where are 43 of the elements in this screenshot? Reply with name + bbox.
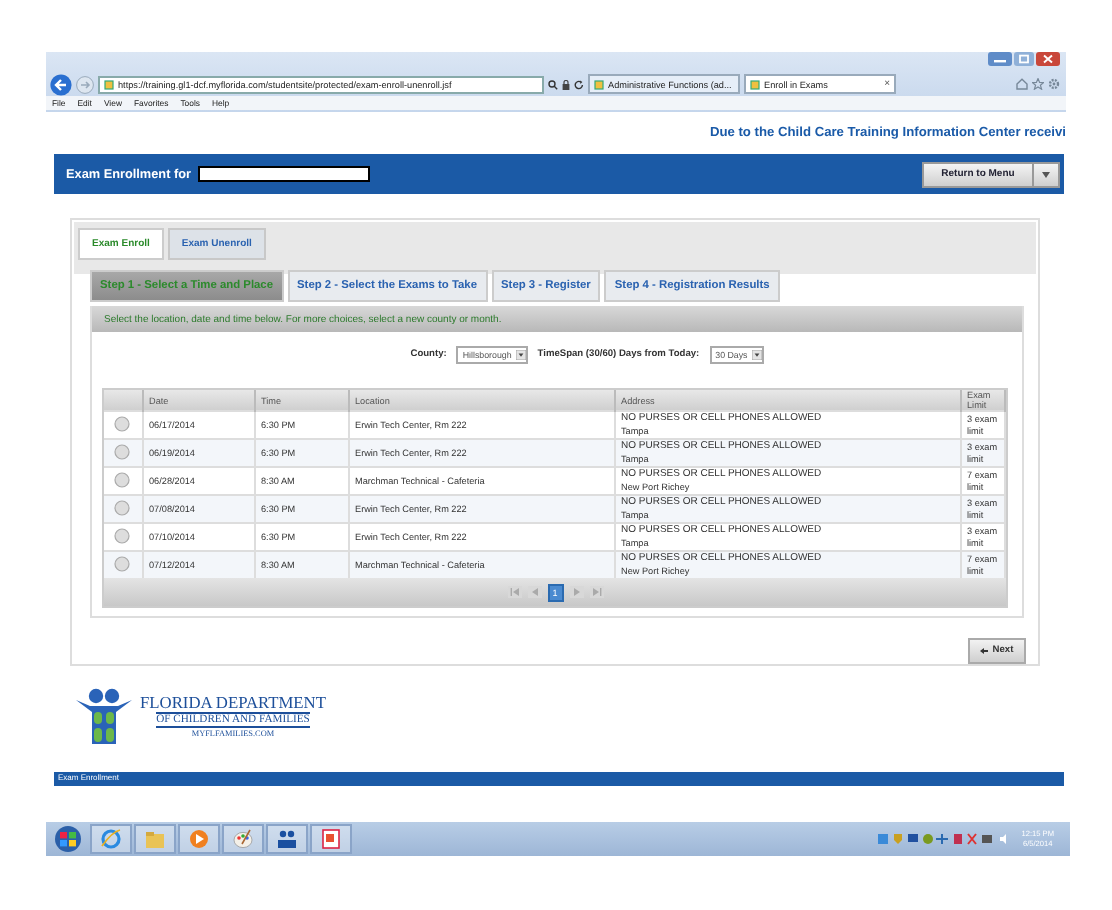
caret-icon xyxy=(1042,171,1050,177)
radio-button[interactable] xyxy=(114,555,130,572)
forward-button[interactable] xyxy=(76,75,94,93)
paint-button[interactable] xyxy=(222,824,264,854)
minimize-button[interactable] xyxy=(988,52,1012,66)
caret-icon xyxy=(751,350,762,360)
radio-button[interactable] xyxy=(114,443,130,460)
browser-button[interactable] xyxy=(90,824,132,854)
folder-icon xyxy=(144,828,166,850)
page-icon xyxy=(104,79,114,89)
radio-button[interactable] xyxy=(114,415,130,432)
presentation-icon xyxy=(320,828,342,850)
home-icon[interactable] xyxy=(1016,78,1028,90)
arrow-icon xyxy=(980,648,989,654)
radio-button[interactable] xyxy=(114,471,130,488)
maximize-button[interactable] xyxy=(1014,52,1034,66)
settings-icon[interactable] xyxy=(1048,78,1060,90)
close-button[interactable] xyxy=(1036,52,1060,66)
page-icon xyxy=(750,79,760,89)
browser-icon xyxy=(100,828,122,850)
refresh-icon[interactable] xyxy=(574,79,584,89)
people-button[interactable] xyxy=(266,824,308,854)
media-player-icon xyxy=(188,828,210,850)
paint-icon xyxy=(232,828,254,850)
first-page-icon[interactable] xyxy=(507,586,521,598)
dropdown-button[interactable] xyxy=(1034,161,1060,187)
family-logo-icon xyxy=(74,688,134,746)
search-icon[interactable] xyxy=(548,79,558,89)
caret-icon xyxy=(515,350,526,360)
page-icon xyxy=(594,79,604,89)
presentation-button[interactable] xyxy=(310,824,352,854)
star-icon[interactable] xyxy=(1032,78,1044,90)
folder-button[interactable] xyxy=(134,824,176,854)
lock-icon xyxy=(562,79,570,89)
radio-button[interactable] xyxy=(114,527,130,544)
next-page-icon[interactable] xyxy=(569,586,583,598)
logo-title: FLORIDA DEPARTMENT xyxy=(140,696,326,712)
media-player-button[interactable] xyxy=(178,824,220,854)
people-icon xyxy=(276,828,298,850)
back-button[interactable] xyxy=(50,73,72,95)
radio-button[interactable] xyxy=(114,499,130,516)
previous-page-icon[interactable] xyxy=(527,586,541,598)
last-page-icon[interactable] xyxy=(589,586,603,598)
